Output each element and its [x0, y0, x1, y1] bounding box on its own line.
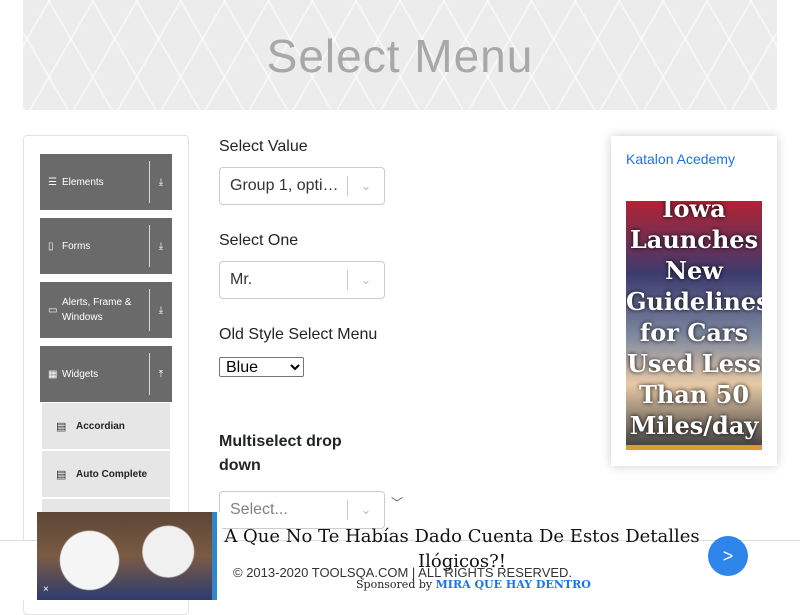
download-icon[interactable]: ⤓ [150, 241, 172, 252]
sidebar-group-label: Forms [62, 240, 91, 252]
multiselect-label-line1: Multiselect drop [219, 433, 342, 450]
hamburger-icon: ☰ [48, 176, 57, 188]
sponsor-prefix: Sponsored by [356, 578, 433, 591]
sidebar-group-label: Widgets [62, 368, 99, 380]
sidebar-item-auto-complete[interactable]: ▤ Auto Complete [42, 451, 170, 497]
select-one-current: Mr. [230, 271, 253, 288]
side-advertisement[interactable]: Katalon Acedemy Iowa Launches New Guidel… [611, 136, 777, 466]
select-one-dropdown[interactable]: Mr. ⌄ [219, 261, 385, 299]
ad-thumbnail-image[interactable] [37, 512, 217, 600]
multiselect-label: Multiselect drop down [219, 430, 342, 478]
sidebar-group-widgets[interactable]: ▦ Widgets ⤒ [40, 346, 172, 402]
file-icon: ▯ [48, 240, 54, 252]
next-arrow-icon: > [722, 545, 734, 566]
next-ad-button[interactable]: > [708, 536, 748, 576]
sidebar-group-alerts[interactable]: ▭ Alerts, Frame & Windows ⤓ [40, 282, 172, 338]
sidebar-group-label: Alerts, Frame & Windows [62, 297, 132, 323]
bottom-ad-sponsor: Sponsored by MIRA QUE HAY DENTRO [356, 578, 591, 591]
chevron-down-icon[interactable]: ⌄ [348, 502, 384, 518]
window-icon: ▭ [48, 304, 58, 316]
sidebar-group-forms[interactable]: ▯ Forms ⤓ [40, 218, 172, 274]
select-value-dropdown[interactable]: Group 1, option 1 ⌄ [219, 167, 385, 205]
select-value-label: Select Value [219, 138, 308, 155]
old-style-label: Old Style Select Menu [219, 326, 378, 343]
sidebar-item-accordian[interactable]: ▤ Accordian [42, 403, 170, 449]
list-icon: ▤ [56, 420, 67, 433]
grid-icon: ▦ [48, 368, 58, 380]
sidebar-group-label: Elements [62, 176, 104, 188]
chevron-down-icon[interactable]: ⌄ [348, 178, 384, 194]
ad-image[interactable]: Iowa Launches New Guidelines for Cars Us… [626, 201, 762, 450]
close-icon[interactable]: × [43, 584, 55, 596]
chevron-down-icon[interactable]: ⌄ [348, 272, 384, 288]
sidebar-item-label: Auto Complete [76, 468, 148, 480]
sidebar-item-label: Accordian [76, 420, 125, 432]
download-icon[interactable]: ⤓ [150, 177, 172, 188]
select-value-current: Group 1, option 1 [230, 177, 347, 194]
old-style-select[interactable]: Blue [219, 357, 304, 377]
list-icon: ▤ [56, 468, 67, 481]
bottom-ad-title[interactable]: A Que No Te Habías Dado Cuenta De Estos … [222, 524, 702, 574]
sidebar-group-elements[interactable]: ☰ Elements ⤓ [40, 154, 172, 210]
ad-headline: Iowa Launches New Guidelines for Cars Us… [626, 201, 762, 440]
ad-link[interactable]: Katalon Acedemy [626, 151, 735, 167]
page-title: Select Menu [266, 30, 534, 82]
download-icon[interactable]: ⤓ [150, 305, 172, 316]
multiselect-label-line2: down [219, 457, 261, 474]
bottom-ad-thumbnail[interactable]: × [37, 512, 222, 600]
page-banner: Select Menu [23, 0, 777, 110]
chevron-down-icon[interactable]: ﹀ [391, 494, 403, 511]
upload-icon[interactable]: ⤒ [150, 369, 172, 380]
multiselect-placeholder: Select... [230, 501, 288, 518]
sponsor-name[interactable]: MIRA QUE HAY DENTRO [436, 578, 591, 591]
select-one-label: Select One [219, 232, 299, 249]
